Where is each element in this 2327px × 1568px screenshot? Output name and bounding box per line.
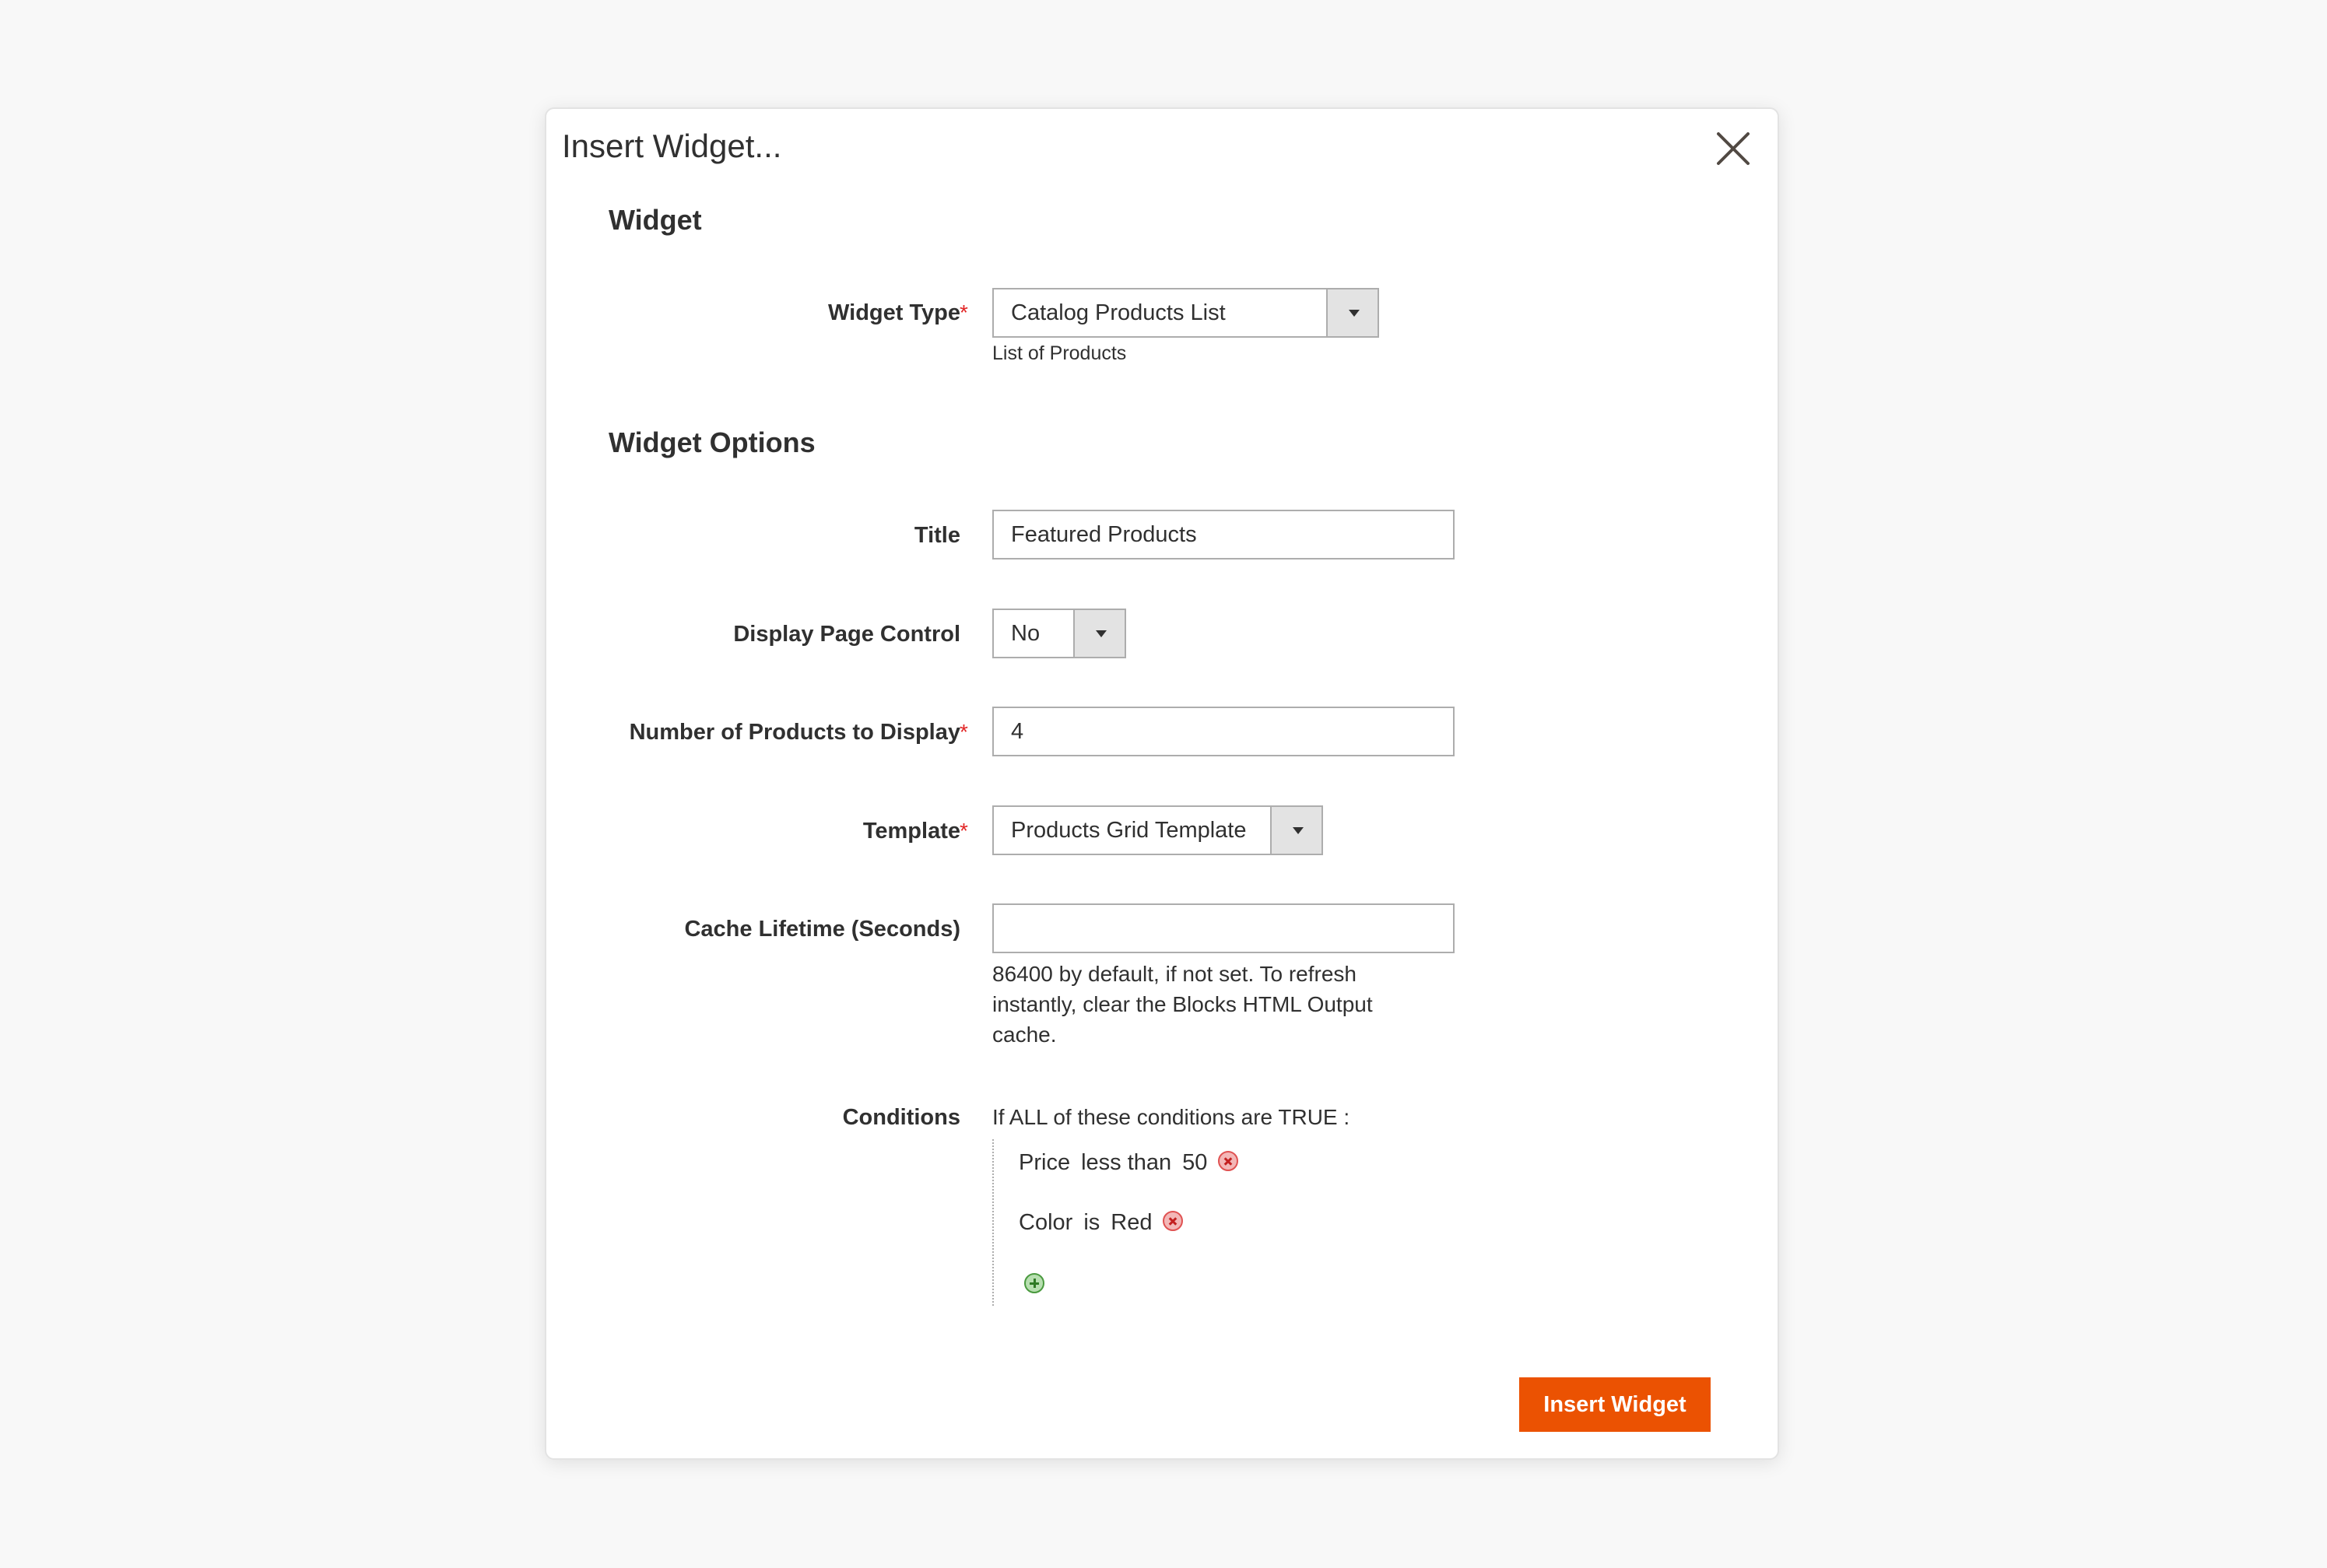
template-select[interactable]: Products Grid Template [992,805,1323,855]
display-page-control-value: No [1011,621,1041,646]
cache-lifetime-note: 86400 by default, if not set. To refresh… [992,962,1373,1047]
widget-type-required-mark: * [960,300,968,324]
num-products-required-mark: * [960,720,968,744]
widget-section-heading: Widget [609,204,702,236]
insert-widget-button[interactable]: Insert Widget [1519,1377,1711,1432]
template-selected-value: Products Grid Template [1011,818,1247,843]
conditions-label: Conditions [842,1105,960,1130]
cache-lifetime-input[interactable] [992,903,1455,953]
widget-type-note: List of Products [992,342,1127,364]
widget-options-heading: Widget Options [609,426,816,458]
widget-type-select[interactable]: Catalog Products List [992,288,1379,338]
dialog-title: Insert Widget... [562,128,782,164]
conditions-header: If ALL of these conditions are TRUE : [992,1105,1350,1129]
title-input-value: Featured Products [1011,522,1197,547]
remove-condition-icon[interactable] [1218,1151,1239,1172]
condition-attribute[interactable]: Color [1019,1210,1072,1235]
display-page-control-label: Display Page Control [733,622,960,647]
display-page-control-select[interactable]: No [992,609,1126,658]
widget-type-label: Widget Type [828,300,960,325]
condition-rule: Color is Red [1019,1210,1194,1236]
condition-operator[interactable]: is [1083,1210,1100,1235]
num-products-input[interactable]: 4 [992,707,1455,756]
chevron-down-icon [1270,807,1321,854]
condition-attribute[interactable]: Price [1019,1150,1070,1175]
condition-value[interactable]: Red [1111,1210,1152,1235]
title-input[interactable]: Featured Products [992,510,1455,559]
chevron-down-icon [1073,610,1125,657]
num-products-label: Number of Products to Display [629,720,960,745]
title-label: Title [914,523,960,548]
close-button[interactable] [1714,129,1753,168]
condition-operator[interactable]: less than [1081,1150,1171,1175]
chevron-down-icon [1326,289,1378,336]
cache-lifetime-label: Cache Lifetime (Seconds) [684,917,960,942]
widget-type-selected-value: Catalog Products List [1011,300,1226,325]
close-icon [1717,132,1750,165]
condition-rule: Price less than 50 [1019,1150,1249,1176]
conditions-tree-line [992,1139,994,1306]
remove-condition-icon[interactable] [1163,1211,1184,1232]
template-required-mark: * [960,819,968,843]
insert-widget-dialog: Insert Widget... Widget Widget Type * Ca… [545,107,1779,1460]
add-condition-icon[interactable] [1024,1273,1044,1293]
template-label: Template [862,819,960,844]
num-products-value: 4 [1011,719,1024,744]
condition-value[interactable]: 50 [1182,1150,1207,1175]
